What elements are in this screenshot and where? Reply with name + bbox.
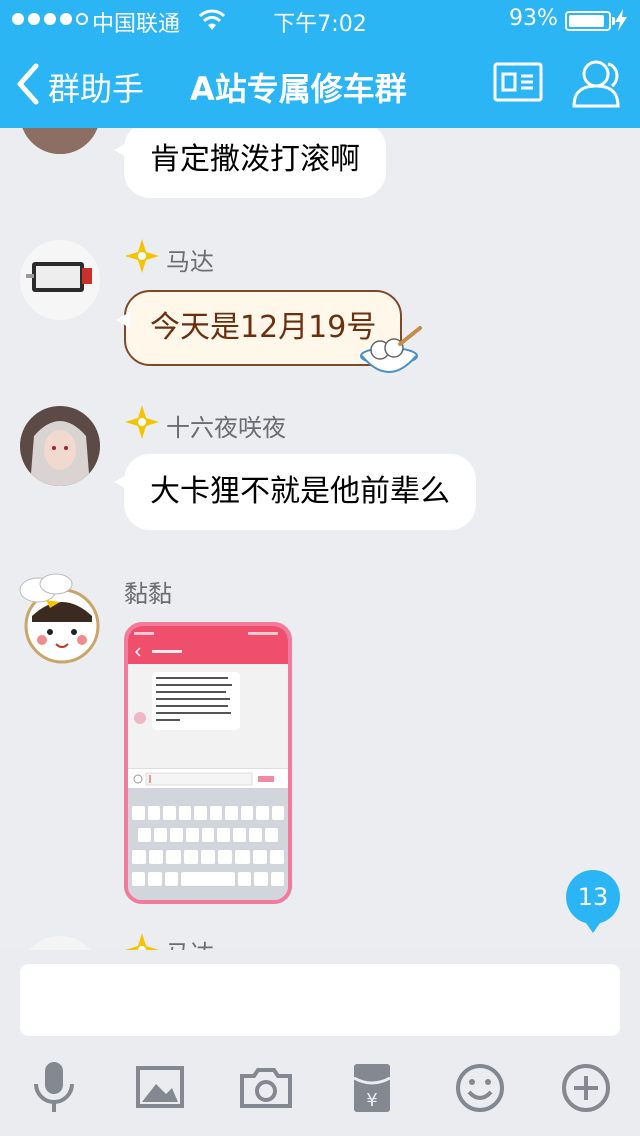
avatar[interactable] — [20, 406, 100, 486]
group-card-icon[interactable] — [493, 62, 543, 102]
battery-percent: 93% — [509, 6, 558, 31]
image-message[interactable] — [124, 622, 292, 904]
top-bar: 中国联通 下午7:02 93% 群助手 A站专属修车群 — [0, 0, 640, 128]
red-packet-icon[interactable]: ¥ — [344, 1060, 400, 1116]
message-input[interactable] — [20, 964, 620, 1036]
back-button[interactable]: 群助手 — [48, 64, 144, 110]
member-level-icon — [125, 933, 159, 950]
image-input-bar — [128, 768, 288, 789]
image-icon[interactable] — [132, 1060, 188, 1116]
tangyuan-bubble-decoration-icon — [360, 326, 422, 373]
image-chat-body — [128, 664, 288, 768]
image-header — [128, 626, 288, 664]
sender-name: 马达 — [166, 248, 214, 276]
emoji-icon[interactable] — [452, 1060, 508, 1116]
image-keyboard — [128, 788, 288, 900]
avatar[interactable] — [20, 240, 100, 320]
group-members-icon[interactable] — [570, 58, 626, 110]
message-text: 肯定撒泼打滚啊 — [150, 142, 360, 177]
unread-count-badge[interactable]: 13 — [566, 870, 620, 933]
sender-name: 十六夜咲夜 — [166, 414, 286, 442]
sender-name: 黏黏 — [124, 580, 172, 608]
avatar[interactable] — [20, 936, 100, 950]
svg-text:¥: ¥ — [366, 1090, 377, 1111]
page-title: A站专属修车群 — [190, 70, 407, 108]
message-text: 今天是12月19号 — [150, 310, 377, 345]
back-chevron-icon[interactable] — [14, 62, 42, 106]
chat-list[interactable]: 肯定撒泼打滚啊 马达 今天是12月19号 十六夜咲夜 大卡狸不就是他前辈么 黏黏… — [0, 128, 640, 950]
camera-icon[interactable] — [238, 1060, 294, 1116]
message-text: 大卡狸不就是他前辈么 — [150, 474, 450, 509]
microphone-icon[interactable] — [26, 1060, 82, 1116]
charging-icon — [615, 9, 627, 31]
member-level-icon — [125, 405, 159, 439]
message-bubble[interactable]: 肯定撒泼打滚啊 — [114, 128, 386, 198]
avatar[interactable] — [16, 572, 104, 664]
avatar[interactable] — [20, 128, 100, 154]
input-area: ¥ — [0, 950, 640, 1136]
sender-name: 马达 — [166, 934, 214, 950]
status-bar: 中国联通 下午7:02 93% — [0, 0, 640, 40]
plus-icon[interactable] — [558, 1060, 614, 1116]
battery-icon — [565, 11, 615, 31]
member-level-icon — [125, 239, 159, 273]
nav-bar: 群助手 A站专属修车群 — [0, 40, 640, 128]
message-bubble[interactable]: 大卡狸不就是他前辈么 — [114, 454, 476, 530]
